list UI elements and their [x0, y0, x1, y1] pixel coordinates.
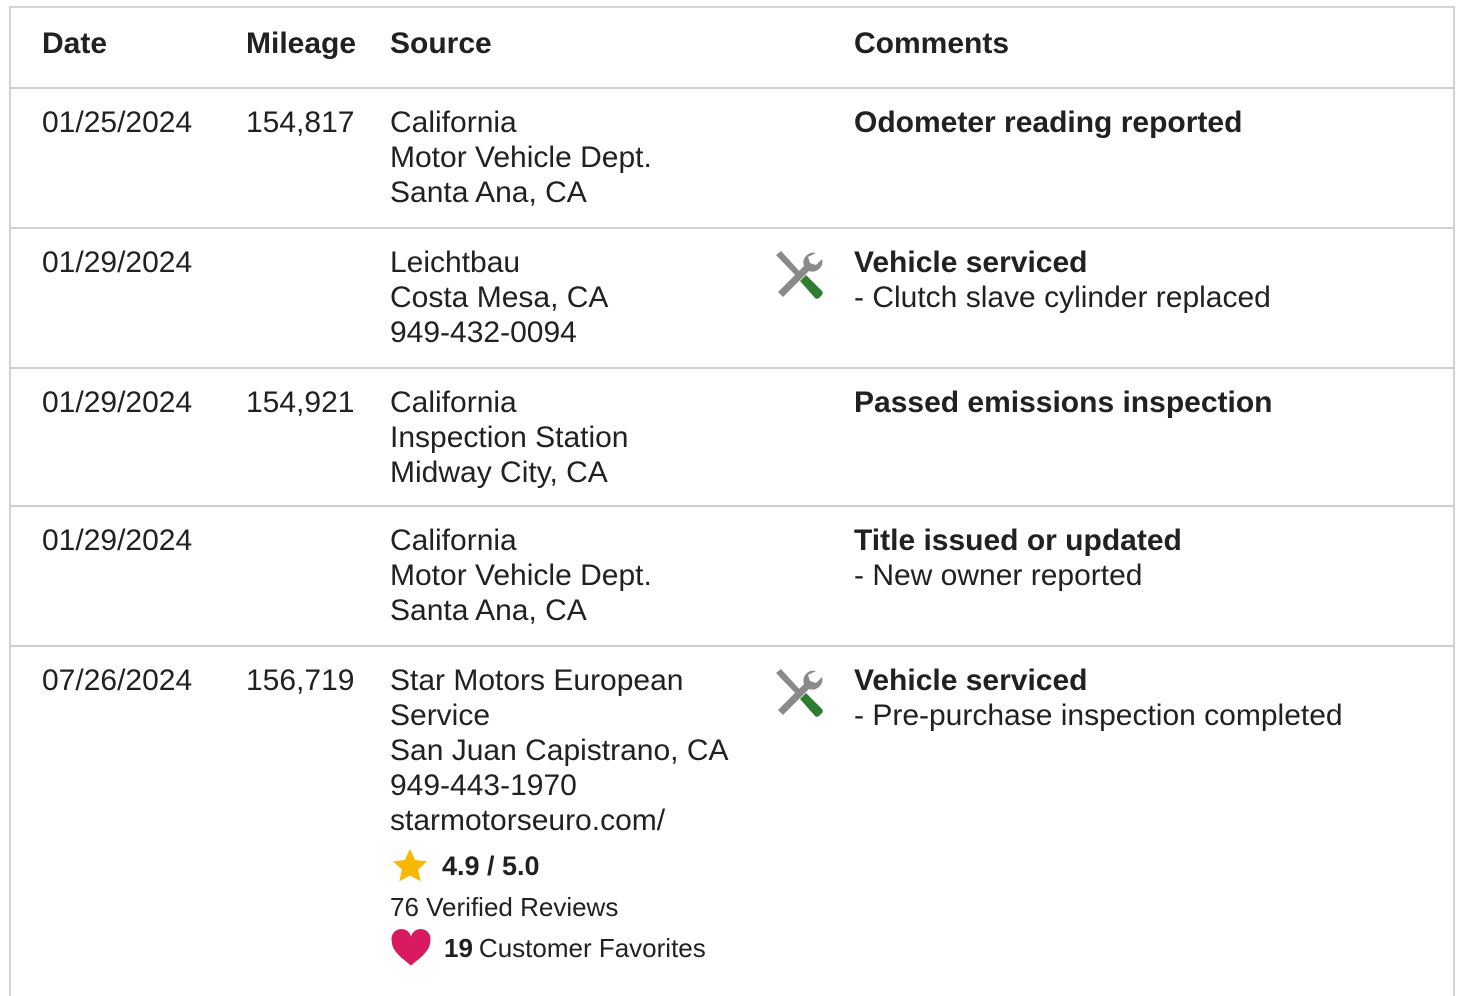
- header-comments: Comments: [854, 27, 1010, 60]
- row-comments: Odometer reading reported: [854, 105, 1444, 140]
- comment-detail: - New owner reported: [854, 559, 1143, 592]
- row-mileage: 154,817: [246, 106, 355, 139]
- source-line: Motor Vehicle Dept.: [390, 559, 652, 592]
- star-icon: [390, 846, 430, 886]
- favorites-label: Customer Favorites: [478, 932, 706, 963]
- shop-rating: 4.9 / 5.0: [390, 846, 760, 886]
- row-source: Star Motors European Service San Juan Ca…: [390, 663, 760, 968]
- header-source: Source: [390, 27, 492, 60]
- source-line: 949-443-1970: [390, 769, 577, 802]
- row-date: 01/29/2024: [42, 386, 193, 419]
- comment-detail: - Clutch slave cylinder replaced: [854, 281, 1271, 314]
- source-line: Motor Vehicle Dept.: [390, 141, 652, 174]
- header-mileage: Mileage: [246, 27, 357, 60]
- source-line: 949-432-0094: [390, 316, 577, 349]
- source-line: Star Motors European: [390, 664, 684, 697]
- source-line: Santa Ana, CA: [390, 176, 587, 209]
- row-comments: Passed emissions inspection: [854, 385, 1444, 420]
- comment-title: Passed emissions inspection: [854, 386, 1273, 419]
- heart-icon: [390, 928, 432, 968]
- customer-favorites: 19 Customer Favorites: [390, 928, 760, 968]
- table-row: 01/25/2024 154,817 California Motor Vehi…: [9, 89, 1455, 229]
- comment-title: Vehicle serviced: [854, 246, 1088, 279]
- rating-value: 4.9 / 5.0: [442, 850, 540, 881]
- row-mileage: 154,921: [246, 386, 355, 419]
- row-date: 01/25/2024: [42, 106, 193, 139]
- source-line: Inspection Station: [390, 421, 629, 454]
- row-date: 01/29/2024: [42, 524, 193, 557]
- header-date: Date: [42, 27, 108, 60]
- row-date: 01/29/2024: [42, 246, 193, 279]
- table-row: 01/29/2024 Leichtbau Costa Mesa, CA 949-…: [9, 229, 1455, 369]
- comment-title: Vehicle serviced: [854, 664, 1088, 697]
- row-source: California Inspection Station Midway Cit…: [390, 385, 760, 490]
- table-row: 01/29/2024 154,921 California Inspection…: [9, 369, 1455, 507]
- source-line: Midway City, CA: [390, 456, 608, 489]
- row-comments: Vehicle serviced - Clutch slave cylinder…: [854, 245, 1444, 315]
- row-mileage: 156,719: [246, 664, 355, 697]
- source-line: San Juan Capistrano, CA: [390, 734, 729, 767]
- wrench-screwdriver-icon: [770, 247, 826, 303]
- source-line: California: [390, 386, 517, 419]
- wrench-screwdriver-icon: [770, 665, 826, 721]
- comment-detail: - Pre-purchase inspection completed: [854, 699, 1343, 732]
- table-row: 07/26/2024 156,719 Star Motors European …: [9, 647, 1455, 980]
- row-date: 07/26/2024: [42, 664, 193, 697]
- source-line: California: [390, 524, 517, 557]
- source-line: Service: [390, 699, 491, 732]
- shop-website-link[interactable]: starmotorseuro.com/: [390, 803, 760, 838]
- table-row: 01/29/2024 California Motor Vehicle Dept…: [9, 507, 1455, 647]
- source-line: California: [390, 106, 517, 139]
- favorites-count: 19: [444, 932, 473, 963]
- row-source: California Motor Vehicle Dept. Santa Ana…: [390, 523, 760, 628]
- comment-title: Title issued or updated: [854, 524, 1182, 557]
- source-line: Leichtbau: [390, 246, 521, 279]
- source-line: Costa Mesa, CA: [390, 281, 609, 314]
- source-line: Santa Ana, CA: [390, 594, 587, 627]
- row-source: Leichtbau Costa Mesa, CA 949-432-0094: [390, 245, 760, 350]
- comment-title: Odometer reading reported: [854, 106, 1243, 139]
- row-comments: Vehicle serviced - Pre-purchase inspecti…: [854, 663, 1444, 733]
- table-header: Date Mileage Source Comments: [9, 6, 1455, 89]
- row-source: California Motor Vehicle Dept. Santa Ana…: [390, 105, 760, 210]
- verified-reviews-link[interactable]: 76 Verified Reviews: [390, 892, 760, 922]
- row-comments: Title issued or updated - New owner repo…: [854, 523, 1444, 593]
